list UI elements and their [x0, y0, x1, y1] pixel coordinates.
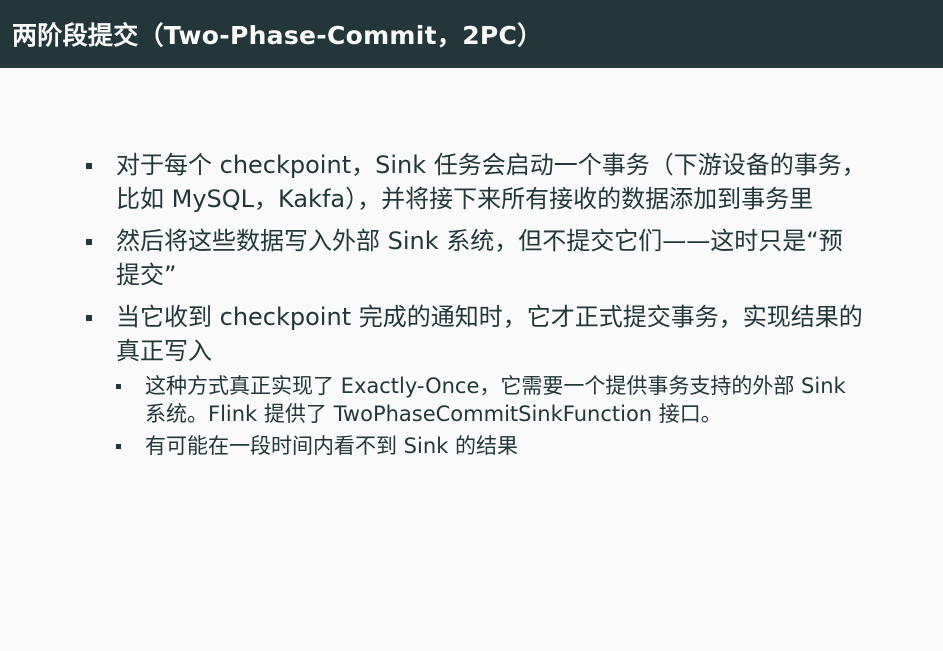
sub-bullet-text: 有可能在一段时间内看不到 Sink 的结果 — [145, 434, 518, 458]
slide-title-bar: 两阶段提交（Two-Phase-Commit，2PC） — [0, 0, 943, 68]
square-bullet-icon — [116, 384, 121, 389]
sub-bullet-item: 有可能在一段时间内看不到 Sink 的结果 — [116, 432, 866, 460]
slide-content: 对于每个 checkpoint，Sink 任务会启动一个事务（下游设备的事务，比… — [86, 148, 866, 468]
sub-bullet-list: 这种方式真正实现了 Exactly-Once，它需要一个提供事务支持的外部 Si… — [116, 372, 866, 460]
bullet-item: 当它收到 checkpoint 完成的通知时，它才正式提交事务，实现结果的真正写… — [86, 300, 866, 460]
bullet-item: 对于每个 checkpoint，Sink 任务会启动一个事务（下游设备的事务，比… — [86, 148, 866, 216]
slide-title: 两阶段提交（Two-Phase-Commit，2PC） — [12, 21, 543, 50]
bullet-text: 当它收到 checkpoint 完成的通知时，它才正式提交事务，实现结果的真正写… — [116, 303, 863, 365]
bullet-text: 对于每个 checkpoint，Sink 任务会启动一个事务（下游设备的事务，比… — [116, 151, 866, 213]
bullet-text: 然后将这些数据写入外部 Sink 系统，但不提交它们——这时只是“预提交” — [116, 227, 843, 289]
sub-bullet-item: 这种方式真正实现了 Exactly-Once，它需要一个提供事务支持的外部 Si… — [116, 372, 866, 428]
square-bullet-icon — [86, 315, 92, 321]
square-bullet-icon — [86, 163, 92, 169]
square-bullet-icon — [116, 444, 121, 449]
square-bullet-icon — [86, 239, 92, 245]
sub-bullet-text: 这种方式真正实现了 Exactly-Once，它需要一个提供事务支持的外部 Si… — [145, 374, 846, 426]
bullet-list: 对于每个 checkpoint，Sink 任务会启动一个事务（下游设备的事务，比… — [86, 148, 866, 460]
bullet-item: 然后将这些数据写入外部 Sink 系统，但不提交它们——这时只是“预提交” — [86, 224, 866, 292]
